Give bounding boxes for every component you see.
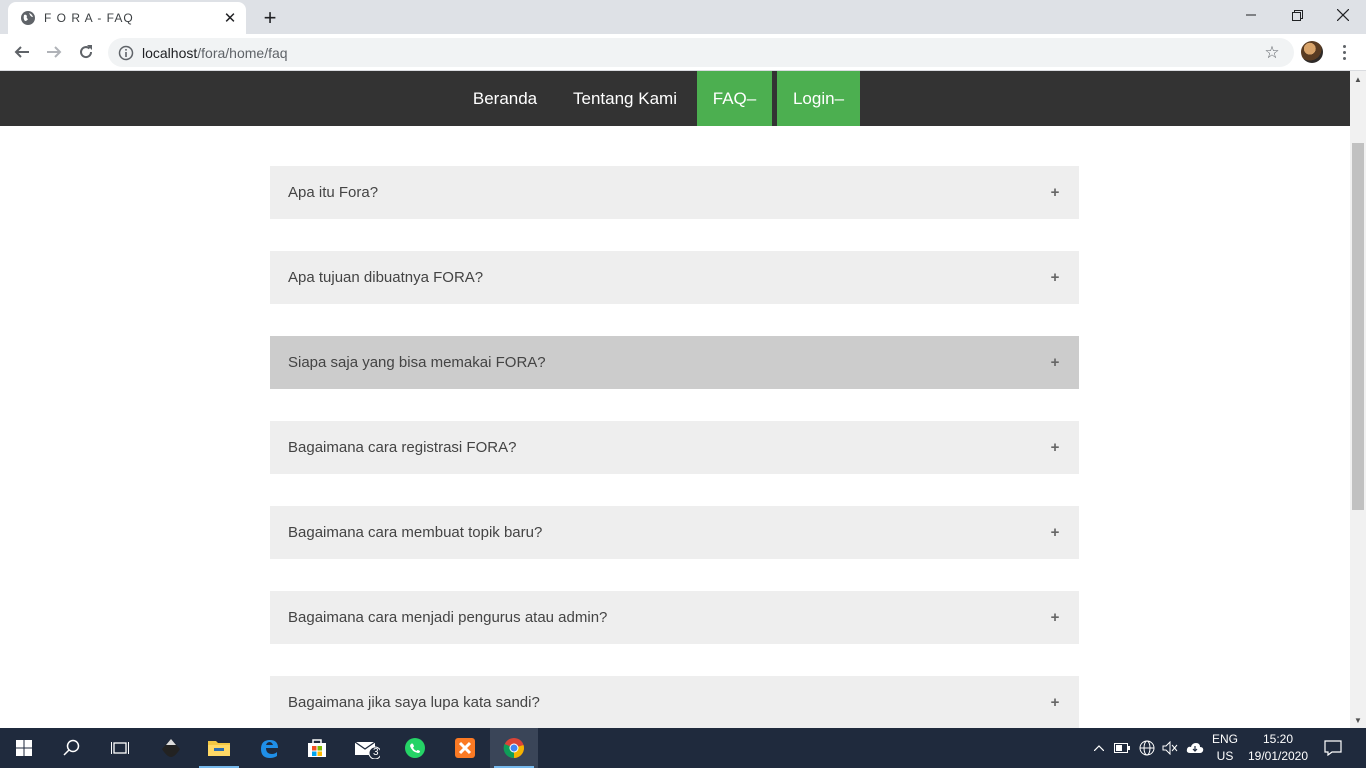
notification-icon[interactable]	[1320, 728, 1346, 768]
faq-item-registrasi[interactable]: Bagaimana cara registrasi FORA? +	[270, 421, 1079, 474]
profile-avatar[interactable]	[1301, 41, 1323, 63]
plus-icon: +	[1050, 524, 1060, 541]
faq-question: Siapa saja yang bisa memakai FORA?	[288, 354, 546, 371]
onedrive-cloud-icon[interactable]	[1184, 728, 1206, 768]
faq-question: Bagaimana jika saya lupa kata sandi?	[288, 694, 540, 711]
faq-item-apa-itu-fora[interactable]: Apa itu Fora? +	[270, 166, 1079, 219]
browser-tab-strip: F O R A - FAQ ✕ +	[0, 0, 1366, 34]
windows-taskbar: 3 ENG US 15:20 19/01/2020	[0, 728, 1366, 768]
info-icon[interactable]	[118, 45, 134, 61]
nav-faq[interactable]: FAQ–	[697, 71, 772, 126]
page-viewport: Beranda Tentang Kami FAQ– Login– Apa itu…	[0, 71, 1350, 728]
faq-question: Bagaimana cara menjadi pengurus atau adm…	[288, 609, 608, 626]
globe-icon	[21, 11, 35, 25]
battery-icon[interactable]	[1112, 728, 1132, 768]
nav-beranda[interactable]: Beranda	[455, 71, 555, 126]
plus-icon: +	[1050, 269, 1060, 286]
address-bar[interactable]: localhost/fora/home/faq ☆	[108, 38, 1294, 67]
store-icon[interactable]	[293, 728, 341, 768]
search-icon[interactable]	[48, 728, 96, 768]
language-indicator[interactable]: ENG US	[1207, 731, 1243, 765]
page-scrollbar[interactable]: ▲ ▼	[1350, 71, 1366, 728]
faq-item-tujuan[interactable]: Apa tujuan dibuatnya FORA? +	[270, 251, 1079, 304]
browser-tab[interactable]: F O R A - FAQ ✕	[8, 2, 246, 34]
tab-close-icon[interactable]: ✕	[220, 8, 240, 28]
mail-icon[interactable]: 3	[343, 728, 391, 768]
reload-icon[interactable]	[74, 40, 98, 64]
whatsapp-icon[interactable]	[391, 728, 439, 768]
new-tab-button[interactable]: +	[258, 6, 282, 30]
clock-time: 15:20	[1262, 732, 1294, 746]
restore-icon[interactable]	[1274, 0, 1320, 30]
edge-icon[interactable]	[245, 728, 293, 768]
chrome-taskbar-icon[interactable]	[490, 728, 538, 768]
nav-tentang-kami[interactable]: Tentang Kami	[555, 71, 695, 126]
chevron-up-icon[interactable]	[1090, 728, 1108, 768]
faq-item-topik-baru[interactable]: Bagaimana cara membuat topik baru? +	[270, 506, 1079, 559]
plus-icon: +	[1050, 354, 1060, 371]
back-arrow-icon[interactable]	[10, 40, 34, 64]
minimize-icon[interactable]	[1228, 0, 1274, 30]
task-view-icon[interactable]	[96, 728, 144, 768]
faq-question: Bagaimana cara registrasi FORA?	[288, 439, 517, 456]
file-explorer-icon[interactable]	[195, 728, 243, 768]
close-window-icon[interactable]	[1320, 0, 1366, 30]
faq-question: Apa tujuan dibuatnya FORA?	[288, 269, 484, 286]
scroll-down-arrow-icon[interactable]: ▼	[1350, 712, 1366, 728]
windows-start-icon[interactable]	[0, 728, 48, 768]
plus-icon: +	[1050, 694, 1060, 711]
system-clock[interactable]: 15:20 19/01/2020	[1243, 731, 1313, 765]
inkscape-icon[interactable]	[147, 728, 195, 768]
forward-arrow-icon[interactable]	[42, 40, 66, 64]
plus-icon: +	[1050, 609, 1060, 626]
plus-icon: +	[1050, 439, 1060, 456]
tab-title: F O R A - FAQ	[44, 11, 134, 25]
faq-item-siapa[interactable]: Siapa saja yang bisa memakai FORA? +	[270, 336, 1079, 389]
plus-icon: +	[1050, 184, 1060, 201]
faq-question: Bagaimana cara membuat topik baru?	[288, 524, 543, 541]
browser-toolbar: localhost/fora/home/faq ☆	[0, 34, 1366, 71]
browser-menu-icon[interactable]	[1335, 41, 1353, 63]
network-globe-icon[interactable]	[1136, 728, 1158, 768]
volume-muted-icon[interactable]	[1160, 728, 1180, 768]
scroll-up-arrow-icon[interactable]: ▲	[1350, 71, 1366, 87]
faq-question: Apa itu Fora?	[288, 184, 379, 201]
xampp-icon[interactable]	[441, 728, 489, 768]
scroll-thumb[interactable]	[1352, 143, 1364, 510]
clock-date: 19/01/2020	[1247, 749, 1309, 763]
nav-login[interactable]: Login–	[777, 71, 860, 126]
bookmark-star-icon[interactable]: ☆	[1262, 43, 1282, 63]
url-text: localhost/fora/home/faq	[142, 44, 288, 61]
faq-item-lupa-sandi[interactable]: Bagaimana jika saya lupa kata sandi? +	[270, 676, 1079, 728]
site-navbar: Beranda Tentang Kami FAQ– Login–	[0, 71, 1350, 126]
faq-item-pengurus[interactable]: Bagaimana cara menjadi pengurus atau adm…	[270, 591, 1079, 644]
mail-badge: 3	[373, 747, 379, 758]
